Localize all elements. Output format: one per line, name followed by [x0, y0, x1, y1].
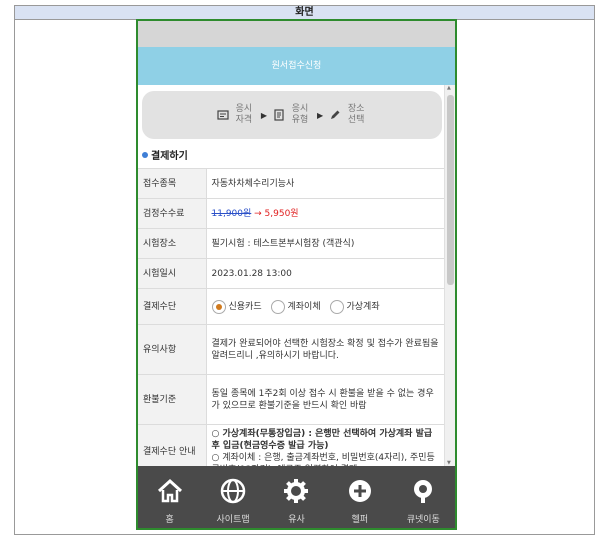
step-indicator: 응시 자격 ▶ 응시 유형 ▶ 장소 선택: [142, 91, 442, 139]
refund-value: 동일 종목에 1주2회 이상 접수 시 환불을 받을 수 없는 경우가 있으므로…: [206, 374, 446, 425]
option-label: 계좌이체: [287, 302, 321, 312]
payment-transfer[interactable]: 계좌이체: [270, 299, 321, 314]
payment-credit-card[interactable]: 신용카드: [211, 299, 262, 314]
row-label: 결제수단 안내: [138, 424, 207, 466]
scrollbar[interactable]: ▲ ▼: [444, 85, 455, 466]
nav-settings[interactable]: 유사: [271, 476, 321, 525]
guide-transfer: ○ 계좌이체 : 은행, 출금계좌번호, 비밀번호(4자리), 주민등록번호(1…: [211, 453, 435, 466]
fee-value: 11,900원 → 5,950원: [206, 198, 446, 229]
nav-label: 사이트맵: [216, 515, 250, 525]
radio-virtual-account[interactable]: [329, 299, 344, 314]
row-label: 결제수단: [138, 288, 207, 325]
table-row: 유의사항 결제가 완료되어야 선택한 시험장소 확정 및 접수가 완료됨을 알려…: [138, 324, 446, 375]
table-row: 검정수수료 11,900원 → 5,950원: [138, 198, 446, 229]
nav-qnet[interactable]: 큐넷이동: [398, 476, 448, 525]
row-label: 환불기준: [138, 374, 207, 425]
step-qualification: 응시 자격: [217, 104, 255, 126]
table-row: 결제수단 신용카드 계좌이체 가상계좌: [138, 288, 446, 325]
content-area[interactable]: 응시 자격 ▶ 응시 유형 ▶ 장소 선택 결제하기 접수종목 자동차차체수리기…: [138, 85, 446, 466]
bottom-navigation: 홈 사이트맵 유사 헬퍼 큐넷이동: [138, 466, 455, 528]
scroll-thumb[interactable]: [447, 95, 454, 285]
nav-label: 홈: [165, 515, 174, 525]
guide-virtual-account: ○ 가상계좌(무통장입금) : 은행만 선택하여 가상계좌 발급 후 입금(현금…: [211, 429, 433, 451]
guide-value: ○ 가상계좌(무통장입금) : 은행만 선택하여 가상계좌 발급 후 입금(현금…: [206, 424, 446, 466]
scroll-up-icon[interactable]: ▲: [447, 85, 451, 91]
nav-label: 헬퍼: [351, 515, 369, 525]
row-label: 접수종목: [138, 168, 207, 199]
table-row: 시험일시 2023.01.28 13:00: [138, 258, 446, 289]
home-icon: [157, 478, 182, 503]
document-header: 화면: [15, 6, 594, 20]
status-area: [138, 21, 455, 47]
arrow-right-icon: ▶: [317, 110, 324, 120]
radio-credit-card[interactable]: [211, 299, 226, 314]
section-heading: 결제하기: [142, 147, 446, 162]
row-label: 검정수수료: [138, 198, 207, 229]
table-row: 시험장소 필기시험 : 테스트본부시험장 (객관식): [138, 228, 446, 259]
section-title: 결제하기: [151, 151, 188, 162]
old-price: 11,900원: [211, 208, 252, 219]
nav-sitemap[interactable]: 사이트맵: [208, 476, 258, 525]
category-value: 자동차차체수리기능사: [206, 168, 446, 199]
date-value: 2023.01.28 13:00: [206, 258, 446, 289]
radio-transfer[interactable]: [270, 299, 285, 314]
option-label: 신용카드: [228, 302, 262, 312]
row-label: 시험일시: [138, 258, 207, 289]
row-label: 유의사항: [138, 324, 207, 375]
step-label: 응시 자격: [235, 104, 253, 125]
globe-icon: [220, 478, 246, 504]
table-row: 결제수단 안내 ○ 가상계좌(무통장입금) : 은행만 선택하여 가상계좌 발급…: [138, 424, 446, 466]
notice-value: 결제가 완료되어야 선택한 시험장소 확정 및 접수가 완료됨을 알려드리니 ,…: [206, 324, 446, 375]
document-icon: [273, 109, 285, 121]
new-price: 5,950원: [264, 208, 299, 219]
payment-virtual-account[interactable]: 가상계좌: [329, 299, 380, 314]
arrow-right-icon: ▶: [260, 110, 267, 120]
page-title: 원서접수신청: [138, 47, 455, 85]
option-label: 가상계좌: [346, 302, 380, 312]
step-type: 응시 유형: [273, 104, 311, 126]
plus-icon: [348, 480, 371, 502]
pencil-icon: [329, 109, 341, 121]
table-row: 환불기준 동일 종목에 1주2회 이상 접수 시 환불을 받을 수 없는 경우가…: [138, 374, 446, 425]
id-card-icon: [217, 109, 229, 121]
table-row: 접수종목 자동차차체수리기능사: [138, 168, 446, 199]
nav-helper[interactable]: 헬퍼: [335, 476, 385, 525]
gear-icon: [284, 479, 309, 503]
q-icon: [414, 480, 433, 503]
step-label: 응시 유형: [291, 104, 309, 125]
step-label: 장소 선택: [347, 104, 365, 125]
nav-label: 큐넷이동: [406, 515, 440, 525]
step-place: 장소 선택: [329, 104, 367, 126]
phone-screen: 원서접수신청 응시 자격 ▶ 응시 유형 ▶ 장소 선택 결제하기 접수종목 자…: [136, 19, 457, 530]
nav-label: 유사: [288, 515, 305, 525]
place-value: 필기시험 : 테스트본부시험장 (객관식): [206, 228, 446, 259]
payment-options: 신용카드 계좌이체 가상계좌: [206, 288, 446, 325]
price-arrow: →: [251, 208, 265, 219]
nav-home[interactable]: 홈: [145, 476, 195, 525]
bullet-icon: [142, 151, 148, 158]
row-label: 시험장소: [138, 228, 207, 259]
payment-info-table: 접수종목 자동차차체수리기능사 검정수수료 11,900원 → 5,950원 시…: [138, 168, 446, 466]
